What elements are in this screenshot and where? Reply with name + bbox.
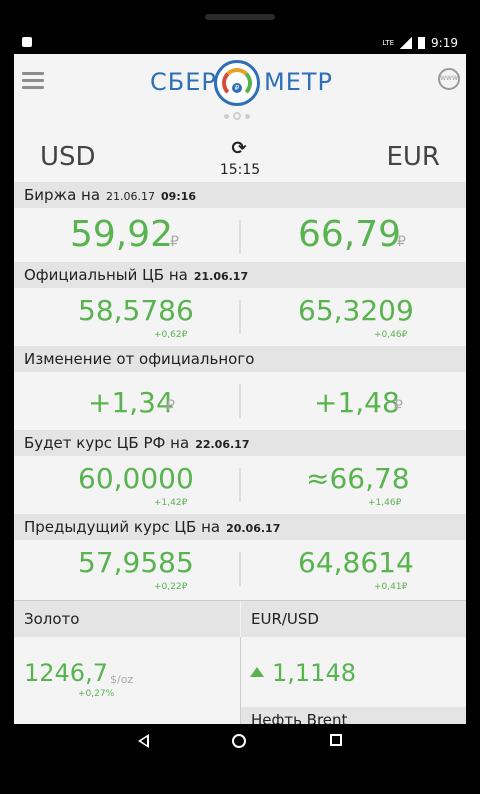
updated-time: 15:15 [219, 162, 261, 178]
oil-label: Нефть Brent [251, 711, 348, 724]
section-date: 21.06.17 [193, 270, 249, 283]
oil-header[interactable]: Нефть Brent [241, 707, 466, 724]
currency-usd: USD [40, 142, 96, 172]
globe-icon[interactable]: WWW [438, 68, 460, 90]
ruble-icon: ₽ [166, 398, 175, 414]
back-icon[interactable] [138, 734, 149, 748]
section-change: Изменение от официального [14, 346, 466, 372]
recents-icon[interactable] [330, 734, 342, 746]
section-label: Изменение от официального [24, 350, 255, 368]
usd-next-value: 60,0000 [78, 462, 194, 495]
section-date: 20.06.17 [226, 522, 281, 535]
section-date: 21.06.17 [106, 190, 156, 203]
row-official: 58,5786 +0,62₽ 65,3209 +0,46₽ [14, 288, 466, 346]
row-previous: 57,9585 +0,22₽ 64,8614 +0,41₽ [14, 540, 466, 598]
menu-icon[interactable] [22, 72, 44, 90]
app-logo: СБЕР ₽ МЕТР [150, 60, 340, 106]
app-screen: СБЕР ₽ МЕТР WWW USD ⟳ 15:15 EUR Биржа на… [14, 54, 466, 724]
home-icon[interactable] [232, 734, 246, 748]
eur-official-value: 65,3209 [298, 294, 414, 327]
eur-next-delta: +1,46₽ [368, 498, 402, 508]
section-time: 09:16 [161, 190, 197, 203]
usd-official-delta: +0,62₽ [154, 330, 188, 340]
section-exchange: Биржа на 21.06.17 09:16 [14, 182, 466, 208]
gold-unit: $/oz [110, 673, 134, 686]
section-official: Официальный ЦБ на 21.06.17 [14, 262, 466, 288]
logo-text-left: СБЕР [150, 68, 217, 96]
usd-change-value: +1,34 [88, 386, 174, 419]
gauge-icon: ₽ [214, 60, 260, 106]
row-next: 60,0000 +1,42₽ ≈66,78 +1,46₽ [14, 456, 466, 514]
eurusd-header[interactable]: EUR/USD [241, 601, 466, 637]
eur-next-value: ≈66,78 [306, 462, 410, 495]
device-speaker [205, 14, 275, 20]
section-date: 22.06.17 [195, 438, 250, 451]
gold-delta: +0,27% [78, 689, 115, 699]
usd-official-value: 58,5786 [78, 294, 194, 327]
row-exchange: 59,92 ₽ 66,79 ₽ [14, 208, 466, 266]
ruble-icon: ₽ [394, 398, 403, 414]
logo-text-right: МЕТР [264, 68, 334, 96]
gold-value: 1246,7 [24, 659, 108, 687]
clock: 9:19 [431, 36, 458, 50]
usd-next-delta: +1,42₽ [154, 498, 188, 508]
eur-exchange-value: 66,79 [298, 214, 402, 255]
signal-icon [400, 37, 413, 49]
section-label: Официальный ЦБ на [24, 266, 188, 284]
battery-icon [418, 37, 426, 49]
usd-previous-value: 57,9585 [78, 546, 194, 579]
row-change: +1,34 ₽ +1,48 ₽ [14, 372, 466, 430]
page-indicator [224, 112, 250, 120]
usd-previous-delta: +0,22₽ [154, 582, 188, 592]
eurusd-value: 1,1148 [272, 659, 356, 687]
eur-previous-value: 64,8614 [298, 546, 414, 579]
eurusd-label: EUR/USD [251, 610, 319, 628]
ruble-icon: ₽ [170, 234, 179, 250]
eur-previous-delta: +0,41₽ [374, 582, 408, 592]
gold-header[interactable]: Золото [14, 601, 240, 637]
network-type: LTE [382, 39, 395, 47]
gold-label: Золото [24, 610, 80, 628]
section-label: Предыдущий курс ЦБ на [24, 518, 221, 536]
status-right: LTE 9:19 [382, 36, 458, 50]
status-bar: LTE 9:19 [14, 34, 466, 54]
system-navbar [14, 724, 466, 760]
currency-header: USD ⟳ 15:15 EUR [14, 134, 466, 182]
app-header: СБЕР ₽ МЕТР WWW [14, 54, 466, 124]
arrow-up-icon [250, 667, 264, 677]
usd-exchange-value: 59,92 [70, 214, 174, 255]
eur-change-value: +1,48 [314, 386, 400, 419]
refresh-icon[interactable]: ⟳ [226, 138, 252, 159]
section-previous: Предыдущий курс ЦБ на 20.06.17 [14, 514, 466, 540]
section-label: Биржа на [24, 186, 101, 204]
section-label: Будет курс ЦБ РФ на [24, 434, 190, 452]
commodities-panel: Золото EUR/USD 1246,7 $/oz +0,27% 1,1148… [14, 600, 466, 724]
currency-eur: EUR [386, 142, 440, 172]
eur-official-delta: +0,46₽ [374, 330, 408, 340]
section-next: Будет курс ЦБ РФ на 22.06.17 [14, 430, 466, 456]
ruble-icon: ₽ [397, 234, 406, 250]
android-debug-icon [22, 37, 32, 47]
